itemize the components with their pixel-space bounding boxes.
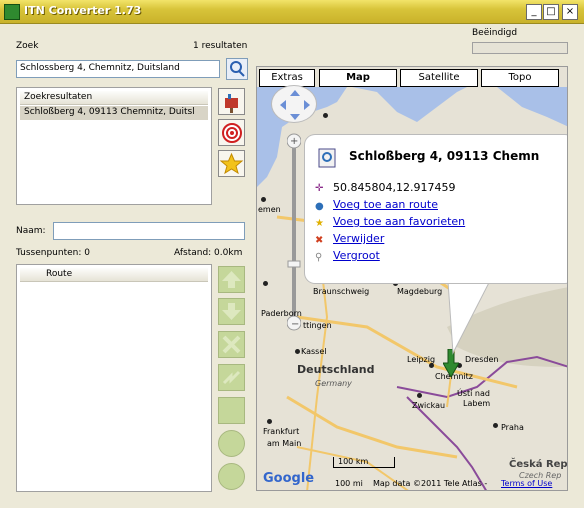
city-dot <box>493 423 498 428</box>
star-icon <box>219 152 244 175</box>
progress-bar <box>472 42 568 54</box>
map-view[interactable]: Extras Map Satellite Topo + − emen Brauns… <box>256 66 568 491</box>
place-label: Praha <box>501 423 524 432</box>
city-dot <box>267 419 272 424</box>
delete-button[interactable] <box>218 331 245 358</box>
pan-control[interactable] <box>271 85 317 123</box>
mailbox-button[interactable] <box>218 88 245 115</box>
reverse-icon <box>222 370 241 385</box>
result-count: 1 resultaten <box>193 41 248 51</box>
reverse-button[interactable] <box>218 364 245 391</box>
scale-km: 100 km <box>338 457 369 466</box>
remove-link[interactable]: Verwijder <box>333 232 384 245</box>
name-input[interactable] <box>53 222 245 240</box>
city-dot <box>295 349 300 354</box>
close-button[interactable]: × <box>562 4 578 20</box>
place-label: Ústí nad <box>457 389 490 398</box>
target-button[interactable] <box>218 119 245 146</box>
minimize-button[interactable]: _ <box>526 4 542 20</box>
add-route-icon: ● <box>315 201 324 212</box>
route-header: Route <box>20 268 208 282</box>
city-dot <box>263 281 268 286</box>
favorites-button[interactable] <box>218 150 245 177</box>
cross-icon <box>222 335 241 354</box>
place-label: ttingen <box>303 321 332 330</box>
svg-text:+: + <box>290 136 298 147</box>
app-icon <box>4 4 20 20</box>
tool-button[interactable] <box>218 463 245 490</box>
delete-icon: ✖ <box>315 235 324 246</box>
window-title: ITN Converter 1.73 <box>24 4 142 17</box>
magnifier-icon <box>230 61 245 77</box>
svg-text:−: − <box>291 319 299 330</box>
tool-button[interactable] <box>218 430 245 457</box>
zoom-link[interactable]: Vergroot <box>333 249 380 262</box>
city-dot <box>429 363 434 368</box>
distance-text: Afstand: 0.0km <box>174 248 243 258</box>
results-list[interactable]: Zoekresultaten Schloßberg 4, 09113 Chemn… <box>16 87 212 205</box>
place-label: Labem <box>463 399 491 408</box>
place-label: Kassel <box>301 347 327 356</box>
popup-coordinates: 50.845804,12.917459 <box>333 181 456 194</box>
arrow-down-icon <box>222 303 241 320</box>
move-up-button[interactable] <box>218 266 245 293</box>
place-label: Paderborn <box>261 309 302 318</box>
title-bar: ITN Converter 1.73 _ □ × <box>0 0 584 24</box>
place-label: Braunschweig <box>313 287 370 296</box>
country-label: Česká Rep <box>509 459 568 470</box>
place-label: am Main <box>267 439 302 448</box>
search-input[interactable]: Schlossberg 4, Chemnitz, Duitsland <box>16 60 220 78</box>
city-dot <box>323 113 328 118</box>
search-button[interactable] <box>226 58 248 80</box>
results-header: Zoekresultaten <box>20 91 208 105</box>
waypoints-count: Tussenpunten: 0 <box>16 248 90 258</box>
zoom-slider[interactable]: + − <box>286 131 302 331</box>
search-label: Zoek <box>16 41 39 51</box>
tool-button[interactable] <box>218 397 245 424</box>
address-icon <box>318 148 336 168</box>
pan-arrows-icon <box>280 90 310 120</box>
maximize-button[interactable]: □ <box>543 4 559 20</box>
zoom-icon: ⚲ <box>315 252 323 263</box>
status-text: Beëindigd <box>472 28 518 38</box>
tab-extras[interactable]: Extras <box>259 69 315 87</box>
crosshair-icon: ✛ <box>315 183 324 194</box>
scale-bar: 100 km <box>333 457 395 468</box>
country-label: Deutschland <box>297 363 375 376</box>
info-popup: Schloßberg 4, 09113 Chemn ✛ 50.845804,12… <box>305 135 567 283</box>
tab-map[interactable]: Map <box>319 69 397 87</box>
map-attribution: Map data ©2011 Tele Atlas - <box>373 479 488 488</box>
terms-link[interactable]: Terms of Use <box>501 479 552 488</box>
city-dot <box>417 393 422 398</box>
place-label: Frankfurt <box>263 427 300 436</box>
google-logo: Google <box>263 471 315 486</box>
move-down-button[interactable] <box>218 298 245 325</box>
tab-topo[interactable]: Topo <box>481 69 559 87</box>
star-icon: ★ <box>315 218 324 229</box>
arrow-up-icon <box>222 271 241 288</box>
add-favorite-link[interactable]: Voeg toe aan favorieten <box>333 215 465 228</box>
result-item[interactable]: Schloßberg 4, 09113 Chemnitz, Duitsl <box>20 106 208 120</box>
target-icon <box>222 123 242 143</box>
route-list[interactable]: Route <box>16 264 212 492</box>
name-label: Naam: <box>16 226 46 236</box>
city-dot <box>261 197 266 202</box>
country-label: Germany <box>315 379 352 388</box>
place-label: Zwickau <box>412 401 446 410</box>
scale-mi: 100 mi <box>335 479 363 488</box>
mailbox-icon <box>225 94 238 113</box>
place-label: emen <box>258 205 281 214</box>
add-route-link[interactable]: Voeg toe aan route <box>333 198 438 211</box>
popup-title: Schloßberg 4, 09113 Chemn <box>349 149 540 163</box>
tab-satellite[interactable]: Satellite <box>400 69 478 87</box>
